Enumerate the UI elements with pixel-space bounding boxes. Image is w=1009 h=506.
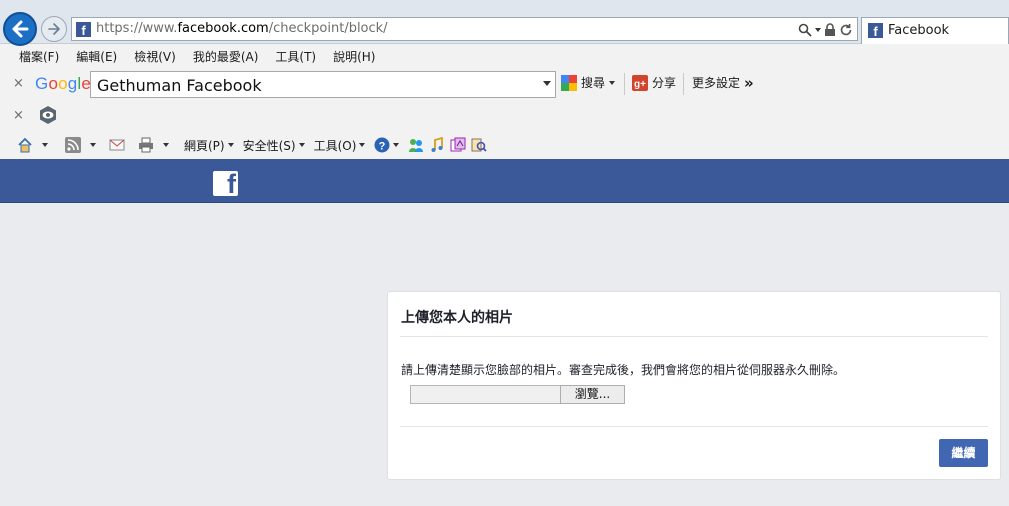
- more-settings-label: 更多設定: [692, 76, 741, 90]
- translate-icon: [450, 137, 466, 152]
- address-row: f https://www.facebook.com/checkpoint/bl…: [0, 0, 1009, 46]
- google-share-button[interactable]: g+ 分享: [632, 74, 676, 91]
- logo-letter: g: [67, 74, 78, 93]
- logo-letter: G: [35, 74, 49, 93]
- menu-view[interactable]: 檢視(V): [134, 48, 176, 65]
- url-path: /checkpoint/block/: [268, 21, 388, 36]
- print-icon: [139, 137, 153, 153]
- dropdown-icon[interactable]: [90, 143, 96, 147]
- card-description: 請上傳清楚顯示您臉部的相片。審查完成後，我們會將您的相片從伺服器永久刪除。: [401, 363, 846, 377]
- rss-feed-icon: [65, 137, 81, 153]
- menu-edit[interactable]: 編輯(E): [76, 48, 117, 65]
- file-path-input[interactable]: [410, 385, 560, 404]
- continue-button[interactable]: 繼續: [939, 439, 988, 467]
- forward-button[interactable]: [41, 16, 67, 42]
- url-domain: facebook.com: [177, 21, 269, 36]
- url-prefix: https://www.: [96, 21, 178, 36]
- facebook-logo-icon[interactable]: f: [213, 171, 238, 196]
- menu-help[interactable]: 說明(H): [333, 48, 375, 65]
- google-search-button[interactable]: 搜尋: [561, 74, 616, 91]
- translate-button[interactable]: [450, 137, 466, 153]
- chevron-right-icon: »: [744, 73, 754, 92]
- search-history-dropdown-icon[interactable]: [543, 81, 551, 86]
- search-label: 搜尋: [581, 76, 606, 90]
- logo-letter: o: [48, 74, 59, 93]
- dropdown-icon[interactable]: [163, 143, 169, 147]
- svg-text:?: ?: [379, 141, 386, 153]
- research-icon: [471, 138, 488, 152]
- feeds-button[interactable]: [65, 137, 96, 153]
- dropdown-icon: [359, 143, 366, 147]
- help-icon: ?: [374, 137, 390, 153]
- card-title: 上傳您本人的相片: [401, 310, 513, 326]
- tab-title: Facebook: [888, 23, 950, 38]
- separator: [683, 73, 684, 95]
- safety-menu[interactable]: 安全性(S): [243, 137, 305, 154]
- close-toolbar-icon[interactable]: ×: [13, 76, 24, 91]
- forward-arrow-icon: [48, 23, 60, 35]
- menu-file[interactable]: 檔案(F): [19, 48, 59, 65]
- facebook-logo-letter: f: [227, 171, 236, 196]
- google-toolbar: × Google 搜尋 g+ 分享 更多設定 »: [0, 68, 1009, 100]
- google-search-icon: [561, 74, 577, 91]
- address-bar-icons: [798, 21, 853, 39]
- google-plus-share-icon: g+: [632, 74, 648, 91]
- dropdown-icon: [298, 143, 305, 147]
- page-menu-label: 網頁(P): [184, 138, 225, 153]
- browser-chrome: f https://www.facebook.com/checkpoint/bl…: [0, 0, 1009, 159]
- close-toolbar-icon[interactable]: ×: [13, 108, 24, 123]
- facebook-favicon-icon: f: [868, 23, 883, 38]
- menu-tools[interactable]: 工具(T): [275, 48, 316, 65]
- tab-facebook[interactable]: f Facebook: [861, 17, 1009, 44]
- back-arrow-icon: [12, 20, 29, 38]
- divider: [400, 426, 988, 427]
- home-button[interactable]: [17, 137, 48, 153]
- home-icon: [18, 137, 32, 153]
- eye-addon-icon[interactable]: [38, 105, 58, 125]
- lock-icon[interactable]: [824, 23, 836, 37]
- dropdown-icon: [227, 143, 234, 147]
- help-button[interactable]: ?: [374, 137, 400, 153]
- print-button[interactable]: [138, 137, 169, 153]
- research-button[interactable]: [429, 137, 445, 153]
- refresh-icon[interactable]: [839, 23, 853, 37]
- facebook-favicon-icon: f: [76, 22, 91, 37]
- tools-menu[interactable]: 工具(O): [314, 137, 366, 154]
- command-bar: 網頁(P) 安全性(S) 工具(O) ?: [0, 132, 1009, 158]
- back-button[interactable]: [3, 12, 37, 46]
- dropdown-icon[interactable]: [42, 143, 48, 147]
- messenger-button[interactable]: [408, 137, 424, 153]
- dropdown-icon: [609, 80, 616, 85]
- logo-letter: o: [58, 74, 68, 93]
- svg-text:g+: g+: [634, 79, 646, 90]
- google-search-input[interactable]: [97, 75, 533, 95]
- share-label: 分享: [652, 76, 677, 90]
- safety-menu-label: 安全性(S): [242, 138, 296, 153]
- mail-icon: [109, 139, 125, 151]
- music-note-icon: [431, 137, 444, 152]
- more-settings-button[interactable]: 更多設定 »: [692, 74, 754, 91]
- browse-button[interactable]: 瀏覽...: [560, 385, 625, 404]
- messenger-people-icon: [409, 139, 424, 152]
- mail-button[interactable]: [109, 137, 125, 153]
- dropdown-icon[interactable]: [815, 28, 821, 32]
- url-text[interactable]: https://www.facebook.com/checkpoint/bloc…: [96, 21, 388, 36]
- google-search-box[interactable]: [90, 71, 556, 98]
- divider: [400, 336, 988, 337]
- page-menu[interactable]: 網頁(P): [184, 137, 234, 154]
- facebook-header: f: [0, 159, 1009, 203]
- google-logo: Google: [35, 74, 91, 94]
- dropdown-icon: [393, 143, 400, 147]
- addon-toolbar: ×: [0, 101, 1009, 129]
- menu-bar: 檔案(F) 編輯(E) 檢視(V) 我的最愛(A) 工具(T) 說明(H): [0, 45, 1009, 67]
- search-icon[interactable]: [798, 23, 812, 37]
- file-upload-field[interactable]: 瀏覽...: [410, 385, 625, 405]
- research-tool-button[interactable]: [471, 137, 488, 153]
- tools-menu-label: 工具(O): [313, 138, 357, 153]
- menu-favorites[interactable]: 我的最愛(A): [193, 48, 259, 65]
- address-bar[interactable]: f https://www.facebook.com/checkpoint/bl…: [71, 17, 858, 41]
- upload-photo-card: 上傳您本人的相片 請上傳清楚顯示您臉部的相片。審查完成後，我們會將您的相片從伺服…: [387, 291, 1001, 480]
- separator: [624, 73, 625, 95]
